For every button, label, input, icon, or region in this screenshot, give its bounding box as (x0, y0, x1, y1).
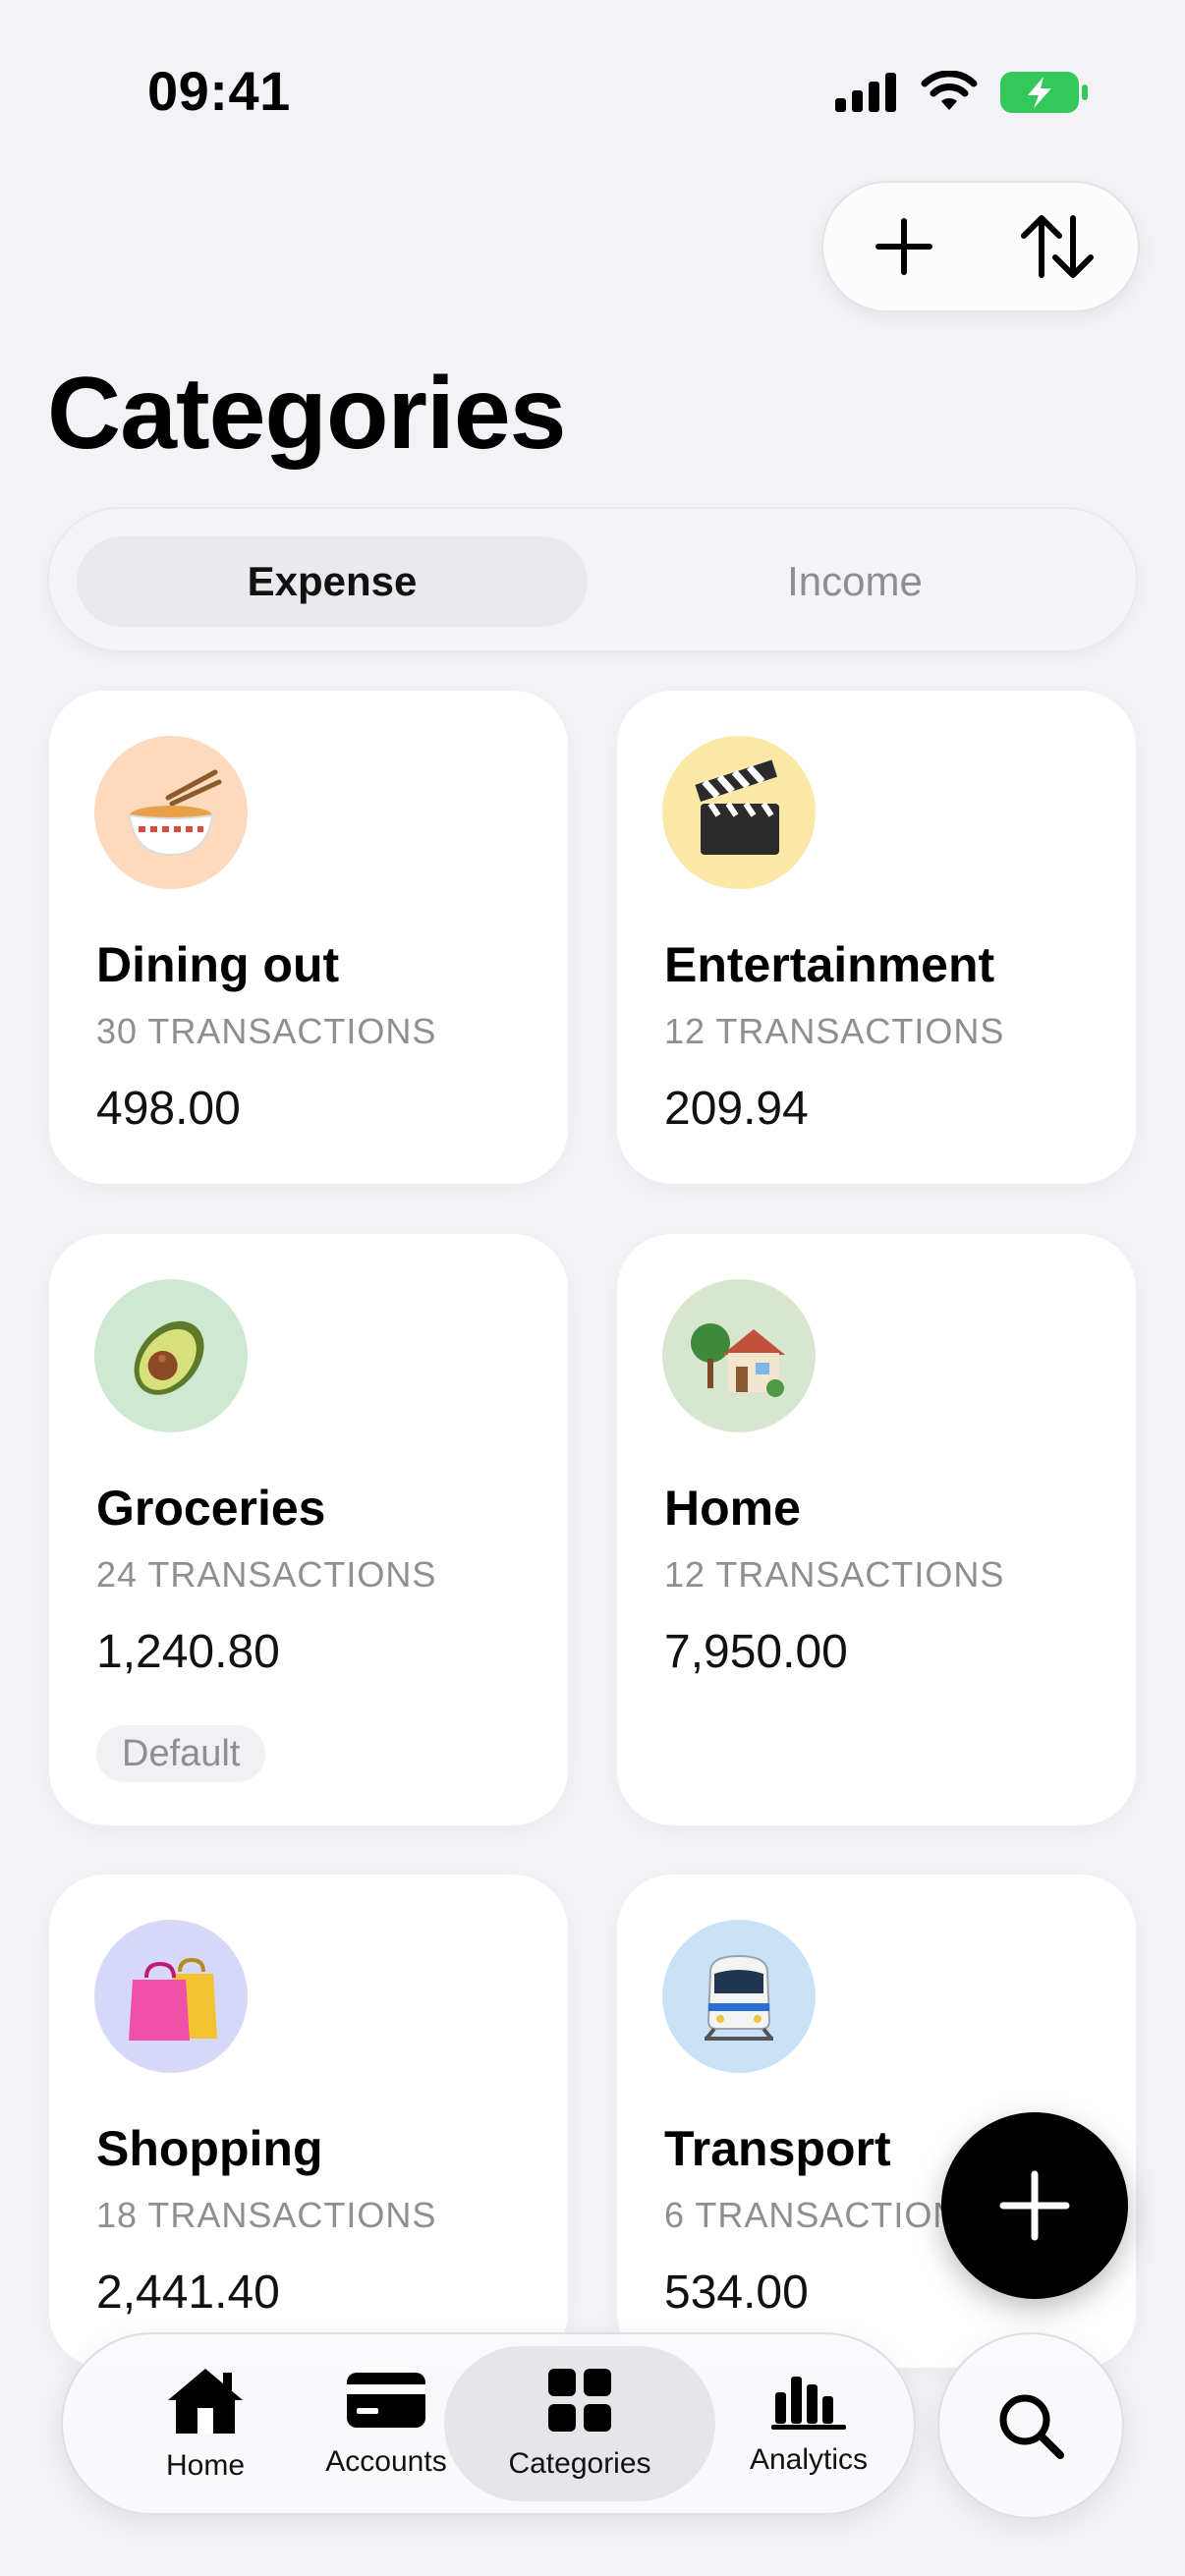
tab-label: Categories (508, 2447, 651, 2480)
category-transaction-count: 12 TRANSACTIONS (664, 1554, 1005, 1595)
type-segmented-control: Expense Income (47, 507, 1138, 652)
battery-charging-icon (1000, 72, 1088, 113)
category-icon-circle (94, 1920, 248, 2073)
category-icon-circle (94, 736, 248, 889)
category-card-shopping[interactable]: Shopping 18 TRANSACTIONS 2,441.40 (49, 1875, 568, 2368)
category-name: Transport (664, 2121, 891, 2176)
grid-icon (548, 2369, 611, 2432)
avocado-icon (134, 1320, 204, 1395)
segment-expense[interactable]: Expense (77, 536, 588, 627)
category-icon-circle (94, 1279, 248, 1432)
category-transaction-count: 12 TRANSACTIONS (664, 1011, 1005, 1051)
sort-button[interactable] (1018, 207, 1097, 286)
card-icon (347, 2373, 425, 2428)
status-icons (835, 71, 1089, 114)
top-action-group (821, 181, 1140, 312)
sort-icon (1021, 215, 1094, 278)
add-transaction-fab[interactable] (941, 2112, 1128, 2299)
category-icon-circle (662, 1279, 816, 1432)
house-icon (691, 1323, 785, 1397)
status-time: 09:41 (147, 60, 291, 122)
tab-home[interactable]: Home (122, 2346, 289, 2501)
default-badge: Default (96, 1725, 266, 1782)
train-icon (705, 1954, 773, 2041)
tab-label: Analytics (749, 2443, 869, 2476)
category-card-entertainment[interactable]: Entertainment 12 TRANSACTIONS 209.94 (617, 691, 1136, 1184)
segment-income[interactable]: Income (599, 536, 1110, 627)
category-transaction-count: 30 TRANSACTIONS (96, 1011, 437, 1051)
category-icon-circle (662, 736, 816, 889)
category-name: Dining out (96, 937, 340, 992)
category-transaction-count: 24 TRANSACTIONS (96, 1554, 437, 1595)
noodle-bowl-icon (128, 769, 222, 857)
category-icon-circle (662, 1920, 816, 2073)
signal-icon (835, 73, 896, 112)
category-transaction-count: 18 TRANSACTIONS (96, 2195, 437, 2235)
tab-analytics[interactable]: Analytics (715, 2346, 902, 2501)
add-category-button[interactable] (865, 207, 943, 286)
search-icon (999, 2394, 1064, 2459)
category-amount: 7,950.00 (664, 1626, 848, 1678)
category-amount: 209.94 (664, 1083, 809, 1135)
category-name: Groceries (96, 1481, 326, 1536)
category-name: Entertainment (664, 937, 995, 992)
category-transaction-count: 6 TRANSACTIONS (664, 2195, 985, 2235)
category-amount: 1,240.80 (96, 1626, 280, 1678)
bar-chart-icon (771, 2377, 846, 2430)
category-name: Shopping (96, 2121, 323, 2176)
category-amount: 534.00 (664, 2267, 809, 2319)
search-button[interactable] (937, 2332, 1124, 2519)
category-card-dining-out[interactable]: Dining out 30 TRANSACTIONS 498.00 (49, 691, 568, 1184)
category-name: Home (664, 1481, 801, 1536)
category-card-groceries[interactable]: Groceries 24 TRANSACTIONS 1,240.80 Defau… (49, 1234, 568, 1825)
clapper-board-icon (695, 759, 779, 855)
category-amount: 498.00 (96, 1083, 241, 1135)
home-icon (168, 2369, 243, 2434)
category-amount: 2,441.40 (96, 2267, 280, 2319)
tab-label: Home (165, 2449, 246, 2482)
category-card-home[interactable]: Home 12 TRANSACTIONS 7,950.00 (617, 1234, 1136, 1825)
tab-categories[interactable]: Categories (444, 2346, 715, 2501)
tab-bar: Home Accounts Categories Analytics (61, 2332, 916, 2515)
plus-icon (875, 218, 932, 275)
page-title: Categories (47, 357, 567, 471)
wifi-icon (921, 71, 978, 110)
tab-label: Accounts (325, 2445, 447, 2478)
plus-icon (999, 2170, 1070, 2241)
shopping-bags-icon (129, 1957, 217, 2041)
